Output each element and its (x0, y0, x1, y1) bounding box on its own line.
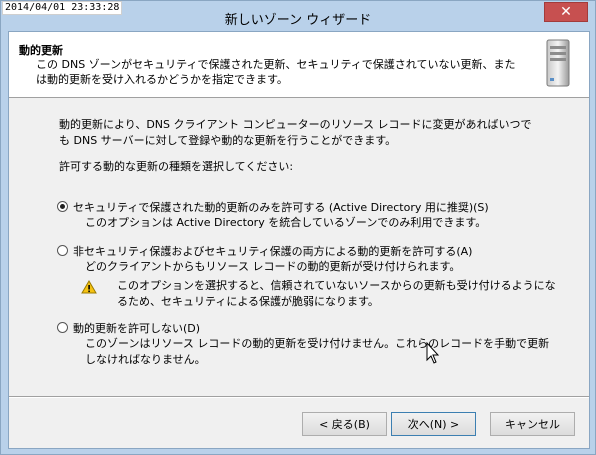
warning-icon (81, 280, 97, 294)
mouse-cursor-icon (426, 342, 440, 364)
wizard-client-area: 動的更新 この DNS ゾーンがセキュリティで保護された更新、セキュリティで保護… (8, 31, 590, 449)
select-label: 許可する動的な更新の種類を選択してください: (59, 160, 294, 173)
warning-text: このオプションを選択すると、信頼されていないソースからの更新も受け付けるようにな… (117, 279, 556, 308)
option-label[interactable]: 非セキュリティ保護およびセキュリティ保護の両方による動的更新を許可する(A) (73, 243, 472, 259)
cancel-button[interactable]: キャンセル (490, 412, 575, 436)
radio-no-updates[interactable] (57, 322, 68, 333)
close-button[interactable]: ✕ (544, 2, 588, 22)
page-title: 動的更新 (19, 44, 63, 57)
option-label[interactable]: セキュリティで保護された動的更新のみを許可する (Active Director… (73, 199, 489, 215)
radio-nonsecure-and-secure[interactable] (57, 245, 68, 256)
option-description: このゾーンはリソース レコードの動的更新を受け付けません。これらのレコードを手動… (85, 337, 550, 366)
option-description: どのクライアントからもリソース レコードの動的更新が受け付けられます。 (85, 260, 461, 273)
wizard-header: 動的更新 この DNS ゾーンがセキュリティで保護された更新、セキュリティで保護… (9, 32, 589, 98)
timestamp: 2014/04/01 23:33:28 (2, 1, 123, 15)
page-description: この DNS ゾーンがセキュリティで保護された更新、セキュリティで保護されていな… (36, 58, 516, 86)
intro-text: 動的更新により、DNS クライアント コンピューターのリソース レコードに変更が… (59, 118, 532, 147)
back-button[interactable]: < 戻る(B) (302, 412, 387, 436)
wizard-window: 新しいゾーン ウィザード ✕ 動的更新 この DNS ゾーンがセキュリティで保護… (0, 0, 596, 455)
option-description: このオプションは Active Directory を統合しているゾーンでのみ利… (85, 216, 487, 229)
close-icon: ✕ (560, 4, 572, 20)
footer-divider (9, 396, 589, 398)
radio-secure-only[interactable] (57, 201, 68, 212)
next-button[interactable]: 次へ(N) > (391, 412, 476, 436)
option-label[interactable]: 動的更新を許可しない(D) (73, 320, 200, 336)
server-icon (546, 39, 570, 87)
